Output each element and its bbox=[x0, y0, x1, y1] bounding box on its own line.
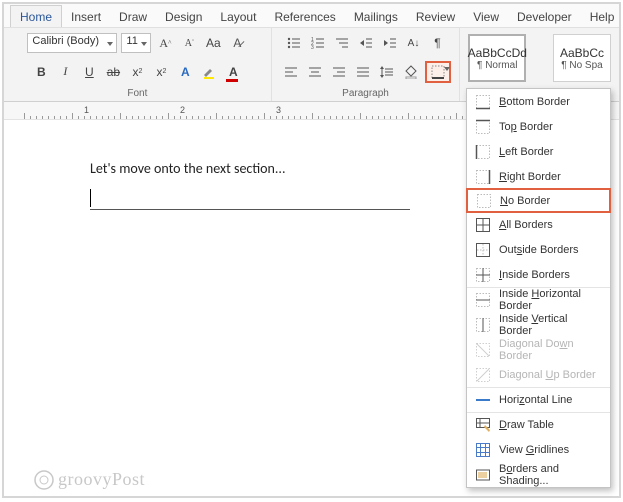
style-name-label: ¶ Normal bbox=[477, 60, 517, 71]
border-option-right[interactable]: Right Border bbox=[467, 164, 610, 189]
border-option-ddown: Diagonal Down Border bbox=[467, 337, 610, 362]
font-name-value: Calibri (Body) bbox=[32, 35, 99, 47]
change-case-icon[interactable]: Aa bbox=[203, 33, 223, 53]
border-option-hline[interactable]: Horizontal Line bbox=[467, 387, 610, 412]
text-effects-icon[interactable]: A bbox=[175, 62, 195, 82]
menu-item-label: Bottom Border bbox=[499, 96, 570, 108]
tab-help[interactable]: Help bbox=[581, 6, 623, 27]
border-option-bottom[interactable]: Bottom Border bbox=[467, 89, 610, 114]
border-option-dup: Diagonal Up Border bbox=[467, 362, 610, 387]
paragraph-group-label: Paragraph bbox=[342, 88, 389, 100]
border-option-shade[interactable]: Borders and Shading... bbox=[467, 462, 610, 487]
sort-icon[interactable]: A↓ bbox=[404, 33, 424, 53]
font-size-value: 11 bbox=[126, 35, 137, 47]
border-option-none[interactable]: No Border bbox=[466, 188, 611, 213]
show-marks-icon[interactable]: ¶ bbox=[428, 33, 448, 53]
ribbon-tabs: HomeInsertDrawDesignLayoutReferencesMail… bbox=[4, 4, 619, 28]
tab-references[interactable]: References bbox=[265, 6, 344, 27]
menu-item-label: Inside Borders bbox=[499, 269, 570, 281]
increase-indent-icon[interactable] bbox=[380, 33, 400, 53]
tab-design[interactable]: Design bbox=[156, 6, 211, 27]
tab-insert[interactable]: Insert bbox=[62, 6, 110, 27]
tab-view[interactable]: View bbox=[464, 6, 508, 27]
paragraph-group: 123 A↓ ¶ Paragraph bbox=[272, 28, 460, 101]
strike-button[interactable]: ab bbox=[103, 62, 123, 82]
menu-item-label: Borders and Shading... bbox=[499, 463, 602, 487]
menu-item-label: Draw Table bbox=[499, 419, 554, 431]
tab-mailings[interactable]: Mailings bbox=[345, 6, 407, 27]
menu-item-label: Left Border bbox=[499, 146, 553, 158]
border-option-all[interactable]: All Borders bbox=[467, 212, 610, 237]
menu-item-label: Inside Vertical Border bbox=[499, 313, 602, 337]
text-cursor bbox=[90, 189, 91, 207]
menu-item-label: No Border bbox=[500, 195, 550, 207]
italic-button[interactable]: I bbox=[55, 62, 75, 82]
line-spacing-icon[interactable] bbox=[377, 62, 397, 82]
decrease-indent-icon[interactable] bbox=[356, 33, 376, 53]
tab-review[interactable]: Review bbox=[407, 6, 464, 27]
menu-item-label: Right Border bbox=[499, 171, 561, 183]
watermark: groovyPost bbox=[34, 469, 145, 490]
watermark-text: groovyPost bbox=[58, 469, 145, 490]
tab-layout[interactable]: Layout bbox=[211, 6, 265, 27]
menu-item-label: Outside Borders bbox=[499, 244, 579, 256]
menu-item-label: All Borders bbox=[499, 219, 553, 231]
bold-button[interactable]: B bbox=[31, 62, 51, 82]
font-name-select[interactable]: Calibri (Body) bbox=[27, 33, 117, 53]
font-size-select[interactable]: 11 bbox=[121, 33, 151, 53]
tab-draw[interactable]: Draw bbox=[110, 6, 156, 27]
shrink-font-icon[interactable]: Aˇ bbox=[179, 33, 199, 53]
justify-icon[interactable] bbox=[353, 62, 373, 82]
underline-button[interactable]: U bbox=[79, 62, 99, 82]
font-group-label: Font bbox=[127, 88, 147, 100]
borders-dropdown: Bottom Border Top Border Left Border Right … bbox=[466, 88, 611, 488]
subscript-button[interactable]: x2 bbox=[127, 62, 147, 82]
menu-item-label: Diagonal Down Border bbox=[499, 338, 602, 362]
align-left-icon[interactable] bbox=[281, 62, 301, 82]
clear-format-icon[interactable]: A̷ bbox=[227, 33, 247, 53]
highlight-color-icon[interactable] bbox=[199, 62, 219, 82]
border-option-grid[interactable]: View Gridlines bbox=[467, 437, 610, 462]
align-center-icon[interactable] bbox=[305, 62, 325, 82]
border-option-vmid[interactable]: Inside Vertical Border bbox=[467, 312, 610, 337]
style-preview-text: AaBbCcDd bbox=[468, 46, 527, 60]
style-preview-text: AaBbCc bbox=[560, 46, 604, 60]
shading-icon[interactable] bbox=[401, 62, 421, 82]
border-option-draw[interactable]: Draw Table bbox=[467, 412, 610, 437]
align-right-icon[interactable] bbox=[329, 62, 349, 82]
style-normal[interactable]: AaBbCcDd ¶ Normal bbox=[468, 34, 526, 82]
menu-item-label: Horizontal Line bbox=[499, 394, 572, 406]
menu-item-label: Top Border bbox=[499, 121, 553, 133]
tab-developer[interactable]: Developer bbox=[508, 6, 581, 27]
border-option-inside[interactable]: Inside Borders bbox=[467, 262, 610, 287]
border-option-top[interactable]: Top Border bbox=[467, 114, 610, 139]
font-color-icon[interactable]: A bbox=[223, 62, 243, 82]
borders-button[interactable] bbox=[425, 61, 451, 83]
horizontal-line bbox=[90, 209, 410, 210]
menu-item-label: View Gridlines bbox=[499, 444, 569, 456]
border-option-left[interactable]: Left Border bbox=[467, 139, 610, 164]
style-no-spacing[interactable]: AaBbCc ¶ No Spa bbox=[553, 34, 611, 82]
border-option-hmid[interactable]: Inside Horizontal Border bbox=[467, 287, 610, 312]
tab-home[interactable]: Home bbox=[10, 5, 62, 27]
grow-font-icon[interactable]: A^ bbox=[155, 33, 175, 53]
multilevel-icon[interactable] bbox=[332, 33, 352, 53]
style-name-label: ¶ No Spa bbox=[561, 60, 603, 71]
groovypost-logo-icon bbox=[34, 470, 54, 490]
font-group: Calibri (Body) 11 A^ Aˇ Aa A̷ B I U ab x… bbox=[4, 28, 272, 101]
menu-item-label: Inside Horizontal Border bbox=[499, 288, 602, 312]
menu-item-label: Diagonal Up Border bbox=[499, 369, 596, 381]
svg-text:3: 3 bbox=[311, 45, 314, 50]
numbering-icon[interactable]: 123 bbox=[308, 33, 328, 53]
border-option-outside[interactable]: Outside Borders bbox=[467, 237, 610, 262]
superscript-button[interactable]: x2 bbox=[151, 62, 171, 82]
bullets-icon[interactable] bbox=[284, 33, 304, 53]
